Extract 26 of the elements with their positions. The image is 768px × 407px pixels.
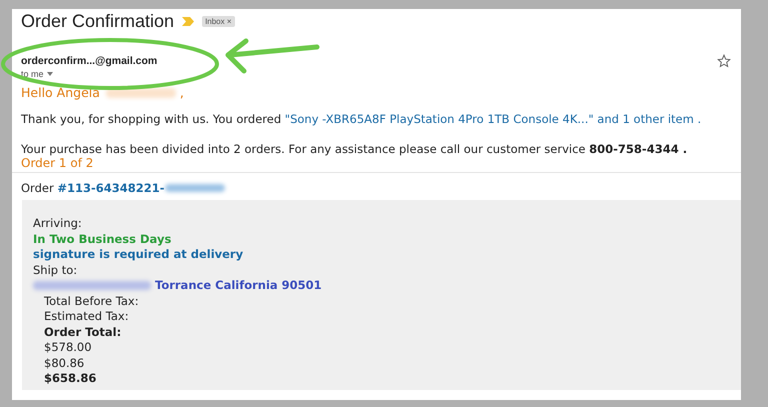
redacted-number — [164, 184, 225, 192]
arrival-estimate: In Two Business Days — [33, 232, 172, 247]
amount-value: $658.86 — [44, 371, 98, 386]
total-label: Estimated Tax: — [44, 309, 130, 324]
signature-note: signature is required at delivery — [33, 247, 244, 262]
importance-marker-icon[interactable] — [182, 16, 194, 26]
split-notice: Your purchase has been divided into 2 orders. For any assistance please call our customer service 800-758-4344 . — [21, 142, 688, 156]
ship-to-label: Ship to: — [33, 262, 78, 278]
greeting: Hello Angela — [21, 85, 100, 100]
amount-value: $80.86 — [44, 356, 86, 371]
intro-text: Thank you, for shopping with us. You ordered "Sony -XBR65A8F PlayStation 4Pro 1TB Console 4K..." and 1 other item . — [21, 112, 702, 126]
shipping-address: Torrance California 90501 — [155, 278, 322, 294]
amount-value: $578.00 — [44, 340, 93, 356]
order-number[interactable]: #113-64348221- — [57, 181, 165, 195]
total-label: Order Total: — [44, 324, 122, 340]
order-label: Order — [21, 181, 55, 195]
total-label: Total Before Tax: — [44, 294, 140, 309]
product-link[interactable]: "Sony -XBR65A8F PlayStation 4Pro 1TB Console 4K..." and 1 other item . — [284, 112, 702, 126]
caret-icon[interactable] — [46, 72, 53, 76]
email-subject: Order Confirmation — [21, 10, 174, 32]
arriving-label: Arriving: — [33, 216, 83, 232]
inbox-label[interactable]: Inbox × — [202, 16, 235, 26]
greeting-comma: , — [180, 85, 184, 100]
star-icon[interactable] — [717, 54, 731, 68]
sender-address: orderconfirm...@gmail.com — [21, 55, 158, 67]
order-heading: Order 1 of 2 — [21, 156, 94, 170]
